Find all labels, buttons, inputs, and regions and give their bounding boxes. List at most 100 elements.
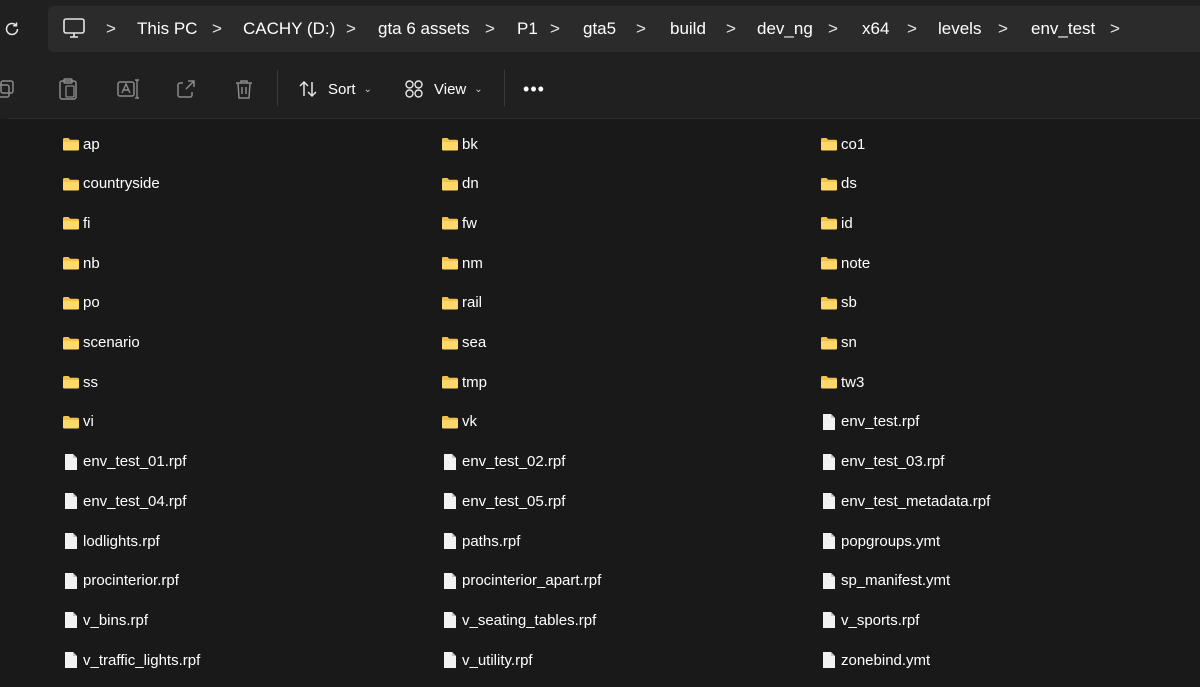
breadcrumb-chevron-icon[interactable]: >: [106, 6, 116, 52]
file-icon: [62, 453, 83, 471]
folder-item[interactable]: ss: [62, 370, 98, 394]
file-item[interactable]: v_seating_tables.rpf: [441, 608, 596, 632]
folder-item[interactable]: fw: [441, 211, 477, 235]
breadcrumb-item[interactable]: env_test: [1031, 6, 1095, 52]
file-item[interactable]: lodlights.rpf: [62, 529, 160, 553]
item-label: co1: [841, 135, 866, 153]
folder-item[interactable]: co1: [820, 132, 865, 156]
breadcrumb-chevron-icon[interactable]: >: [907, 6, 917, 52]
file-item[interactable]: v_traffic_lights.rpf: [62, 648, 200, 672]
folder-item[interactable]: nm: [441, 251, 483, 275]
refresh-icon[interactable]: [0, 16, 24, 42]
folder-icon: [820, 214, 841, 232]
item-label: ds: [841, 175, 857, 193]
monitor-icon[interactable]: [62, 17, 88, 41]
folder-icon: [820, 135, 841, 153]
folder-icon: [441, 294, 462, 312]
breadcrumb-item[interactable]: x64: [862, 6, 889, 52]
breadcrumb-item[interactable]: dev_ng: [757, 6, 813, 52]
item-label: id: [841, 214, 853, 232]
breadcrumb-item[interactable]: gta5: [583, 6, 616, 52]
folder-item[interactable]: sn: [820, 331, 857, 355]
breadcrumb[interactable]: > > > > > > > > > > > This PC CACHY (D:) gta 6 assets…: [48, 6, 1200, 52]
file-item[interactable]: env_test.rpf: [820, 410, 919, 434]
item-label: sp_manifest.ymt: [841, 572, 951, 590]
breadcrumb-chevron-icon[interactable]: >: [485, 6, 495, 52]
item-label: vi: [83, 413, 94, 431]
folder-item[interactable]: sb: [820, 291, 857, 315]
folder-item[interactable]: tmp: [441, 370, 487, 394]
folder-icon: [62, 254, 83, 272]
folder-item[interactable]: ap: [62, 132, 100, 156]
file-item[interactable]: procinterior.rpf: [62, 569, 179, 593]
command-bar: Sort ⌄ View ⌄ •••: [0, 58, 1200, 119]
breadcrumb-item[interactable]: build: [670, 6, 706, 52]
sort-button[interactable]: Sort ⌄: [298, 72, 372, 106]
breadcrumb-item[interactable]: P1: [517, 6, 538, 52]
file-item[interactable]: popgroups.ymt: [820, 529, 940, 553]
folder-item[interactable]: vi: [62, 410, 94, 434]
file-icon: [62, 572, 83, 590]
file-item[interactable]: v_sports.rpf: [820, 608, 919, 632]
file-item[interactable]: env_test_02.rpf: [441, 450, 565, 474]
breadcrumb-chevron-icon[interactable]: >: [550, 6, 560, 52]
breadcrumb-chevron-icon[interactable]: >: [636, 6, 646, 52]
item-label: env_test_05.rpf: [462, 492, 566, 510]
folder-icon: [441, 175, 462, 193]
copy-icon[interactable]: [0, 76, 18, 102]
breadcrumb-chevron-icon[interactable]: >: [346, 6, 356, 52]
paste-icon[interactable]: [55, 76, 81, 102]
folder-item[interactable]: id: [820, 211, 853, 235]
folder-item[interactable]: dn: [441, 172, 479, 196]
file-item[interactable]: env_test_05.rpf: [441, 489, 565, 513]
file-item[interactable]: env_test_03.rpf: [820, 450, 944, 474]
file-item[interactable]: v_utility.rpf: [441, 648, 533, 672]
item-label: procinterior.rpf: [83, 572, 179, 590]
more-options-button[interactable]: •••: [520, 76, 548, 102]
item-label: nm: [462, 254, 483, 272]
file-icon: [441, 492, 462, 510]
trash-icon[interactable]: [231, 76, 257, 102]
folder-item[interactable]: sea: [441, 331, 486, 355]
item-label: env_test.rpf: [841, 413, 920, 431]
folder-icon: [62, 175, 83, 193]
file-item[interactable]: env_test_04.rpf: [62, 489, 186, 513]
file-icon: [62, 532, 83, 550]
item-label: vk: [462, 413, 477, 431]
item-label: ap: [83, 135, 100, 153]
item-label: sn: [841, 334, 857, 351]
breadcrumb-chevron-icon[interactable]: >: [828, 6, 838, 52]
file-item[interactable]: sp_manifest.ymt: [820, 569, 950, 593]
chevron-down-icon: ⌄: [363, 83, 372, 95]
file-item[interactable]: procinterior_apart.rpf: [441, 569, 601, 593]
file-item[interactable]: zonebind.ymt: [820, 648, 930, 672]
folder-item[interactable]: vk: [441, 410, 477, 434]
folder-item[interactable]: nb: [62, 251, 100, 275]
folder-item[interactable]: bk: [441, 132, 478, 156]
folder-item[interactable]: scenario: [62, 331, 140, 355]
folder-item[interactable]: rail: [441, 291, 482, 315]
item-label: v_seating_tables.rpf: [462, 611, 597, 629]
file-item[interactable]: paths.rpf: [441, 529, 520, 553]
rename-icon[interactable]: [115, 76, 141, 102]
file-item[interactable]: env_test_metadata.rpf: [820, 489, 990, 513]
breadcrumb-chevron-icon[interactable]: >: [212, 6, 222, 52]
breadcrumb-item[interactable]: This PC: [137, 6, 197, 52]
breadcrumb-item[interactable]: levels: [938, 6, 981, 52]
view-button[interactable]: View ⌄: [404, 72, 483, 106]
chevron-down-icon: ⌄: [474, 83, 483, 95]
folder-item[interactable]: countryside: [62, 172, 160, 196]
folder-item[interactable]: note: [820, 251, 870, 275]
folder-item[interactable]: tw3: [820, 370, 864, 394]
folder-item[interactable]: fi: [62, 211, 91, 235]
file-item[interactable]: env_test_01.rpf: [62, 450, 186, 474]
breadcrumb-chevron-icon[interactable]: >: [726, 6, 736, 52]
folder-item[interactable]: po: [62, 291, 100, 315]
file-item[interactable]: v_bins.rpf: [62, 608, 148, 632]
breadcrumb-chevron-icon[interactable]: >: [1110, 6, 1120, 52]
folder-item[interactable]: ds: [820, 172, 857, 196]
breadcrumb-item[interactable]: CACHY (D:): [243, 6, 335, 52]
breadcrumb-item[interactable]: gta 6 assets: [378, 6, 470, 52]
share-icon[interactable]: [173, 76, 199, 102]
breadcrumb-chevron-icon[interactable]: >: [998, 6, 1008, 52]
